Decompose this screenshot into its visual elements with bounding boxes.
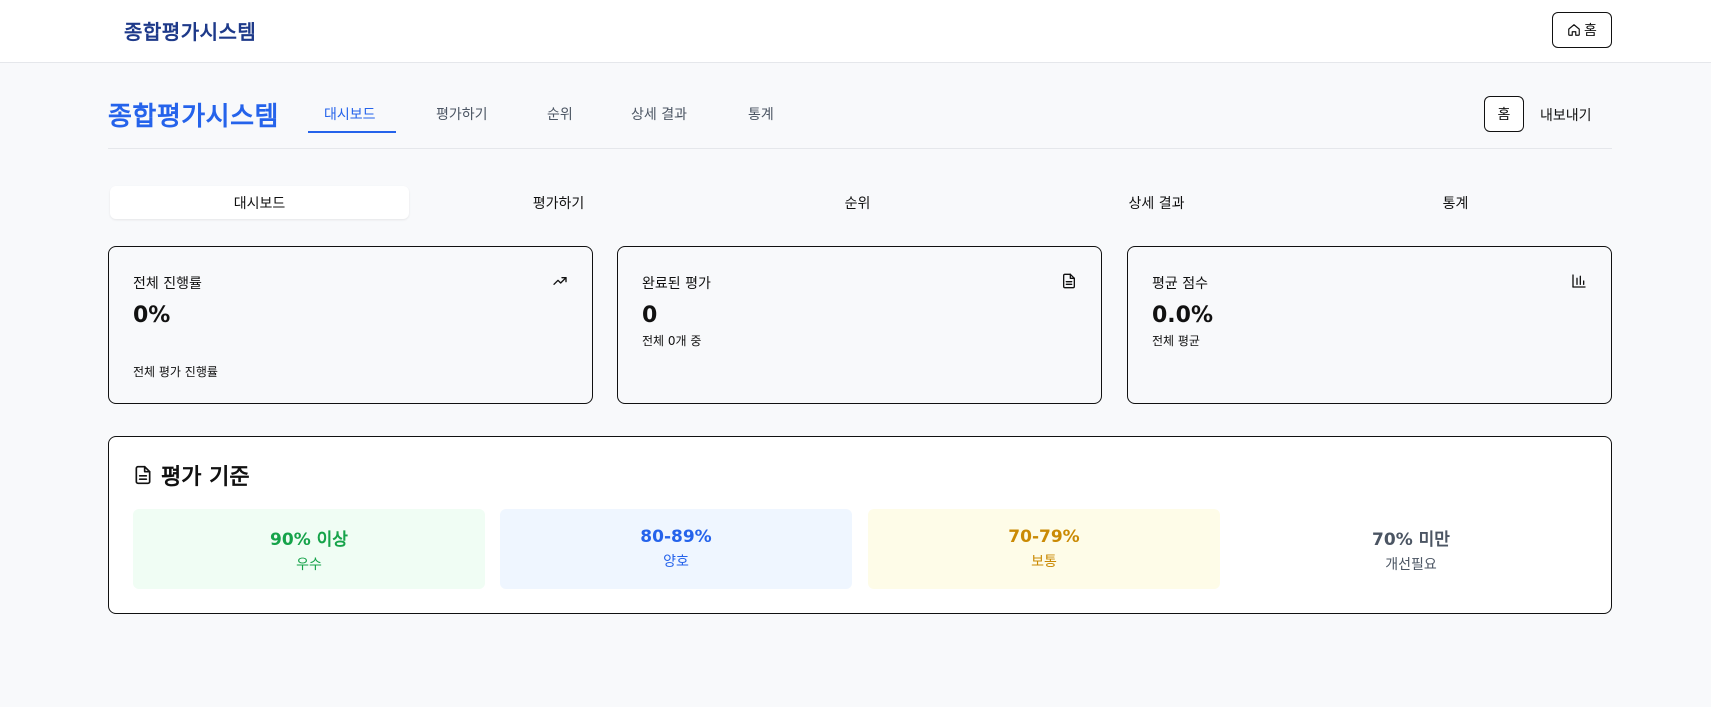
criteria-header: 평가 기준 — [133, 459, 250, 491]
home-icon — [1568, 24, 1580, 36]
criteria-level-average: 70-79% 보통 — [868, 509, 1220, 589]
topbar-title: 종합평가시스템 — [124, 20, 257, 44]
card-value: 0% — [133, 303, 171, 328]
card-subtext: 전체 평가 진행률 — [133, 365, 218, 379]
tab-detail-results[interactable]: 상세 결과 — [631, 104, 687, 124]
card-subtext: 전체 0개 중 — [642, 334, 702, 348]
evaluation-criteria-panel: 평가 기준 90% 이상 우수 80-89% 양호 70-79% 보통 70% … — [108, 436, 1612, 614]
tab-dashboard[interactable]: 대시보드 — [324, 104, 376, 124]
card-label: 전체 진행률 — [133, 276, 202, 292]
criteria-title: 평가 기준 — [161, 465, 250, 490]
level-range: 70-79% — [1008, 527, 1080, 547]
card-label: 평균 점수 — [1152, 276, 1208, 292]
top-bar: 종합평가시스템 홈 — [0, 0, 1711, 63]
sub-tab-bar: 대시보드 평가하기 순위 상세 결과 통계 — [108, 186, 1612, 219]
level-range: 70% 미만 — [1372, 529, 1450, 550]
level-label: 우수 — [296, 556, 322, 573]
tab-evaluate[interactable]: 평가하기 — [436, 104, 488, 124]
subtab-detail-results[interactable]: 상세 결과 — [1007, 186, 1306, 219]
level-label: 개선필요 — [1385, 556, 1437, 573]
tab-ranking[interactable]: 순위 — [547, 104, 573, 124]
card-subtext: 전체 평균 — [1152, 334, 1200, 348]
file-text-icon — [1063, 273, 1075, 289]
card-label: 완료된 평가 — [642, 276, 711, 292]
stat-card-progress: 전체 진행률 0% 전체 평가 진행률 — [108, 246, 593, 404]
level-range: 90% 이상 — [270, 529, 348, 550]
file-text-icon — [135, 465, 151, 485]
topbar-home-label: 홈 — [1584, 23, 1597, 39]
topbar-home-button[interactable]: 홈 — [1552, 12, 1612, 48]
header-home-button[interactable]: 홈 — [1484, 96, 1524, 132]
stat-card-completed: 완료된 평가 0 전체 0개 중 — [617, 246, 1102, 404]
card-value: 0.0% — [1152, 303, 1214, 328]
app-header: 종합평가시스템 대시보드 평가하기 순위 상세 결과 통계 홈 내보내기 — [108, 86, 1612, 149]
criteria-level-good: 80-89% 양호 — [500, 509, 852, 589]
level-range: 80-89% — [640, 527, 712, 547]
subtab-evaluate[interactable]: 평가하기 — [409, 186, 708, 219]
export-button[interactable]: 내보내기 — [1540, 105, 1592, 125]
card-value: 0 — [642, 303, 658, 328]
criteria-level-needs-improvement: 70% 미만 개선필요 — [1235, 509, 1587, 589]
stat-card-average: 평균 점수 0.0% 전체 평균 — [1127, 246, 1612, 404]
tab-statistics[interactable]: 통계 — [748, 104, 774, 124]
subtab-statistics[interactable]: 통계 — [1306, 186, 1605, 219]
trending-up-icon — [553, 277, 567, 285]
criteria-level-excellent: 90% 이상 우수 — [133, 509, 485, 589]
level-label: 양호 — [663, 554, 689, 570]
active-tab-indicator — [308, 131, 396, 133]
bar-chart-icon — [1572, 274, 1586, 288]
app-title: 종합평가시스템 — [108, 102, 279, 132]
subtab-ranking[interactable]: 순위 — [708, 186, 1007, 219]
level-label: 보통 — [1031, 554, 1057, 570]
subtab-dashboard[interactable]: 대시보드 — [110, 186, 409, 219]
